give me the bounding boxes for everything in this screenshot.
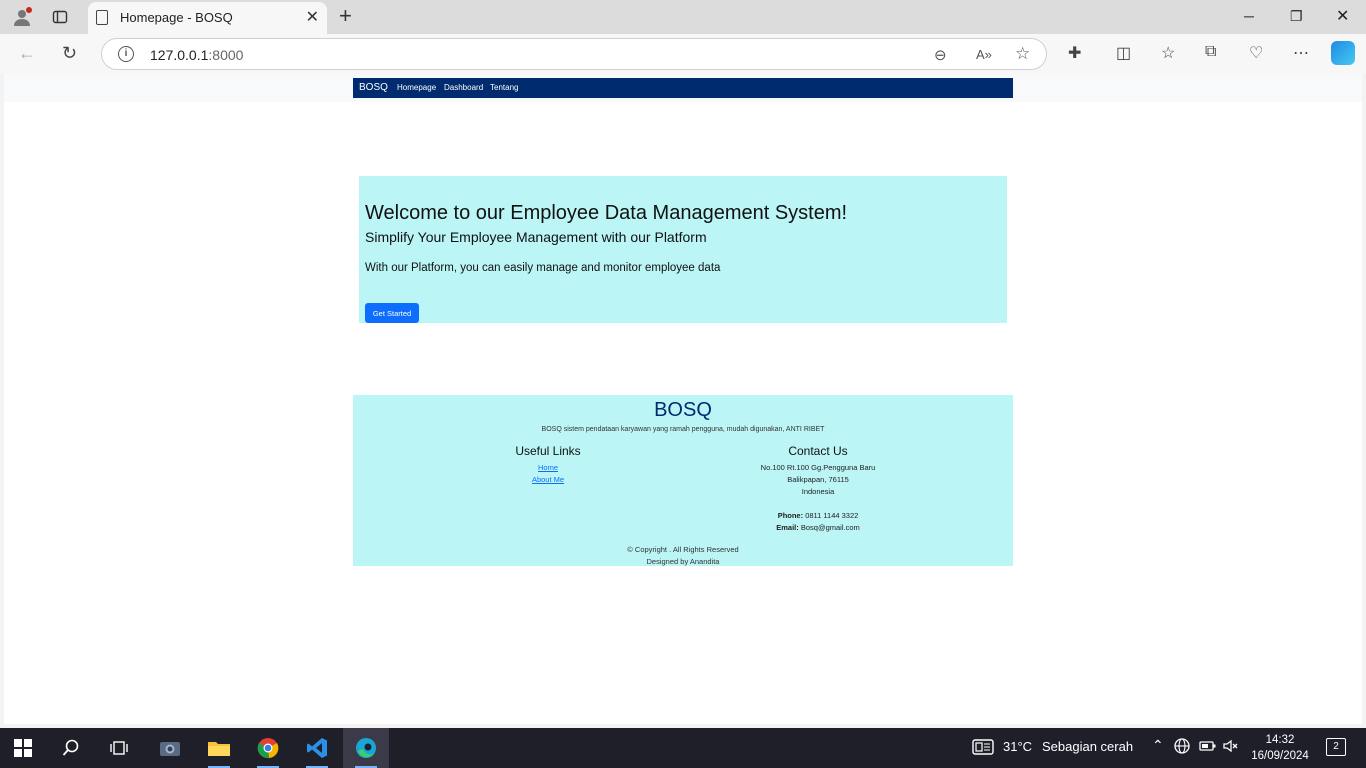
copyright-text: © Copyright . All Rights Reserved [627, 545, 739, 554]
site-info-icon[interactable]: i [118, 46, 134, 62]
favorite-star-icon[interactable]: ☆ [1015, 44, 1030, 64]
copilot-icon[interactable] [1331, 41, 1355, 65]
address-line-1: No.100 Rt.100 Gg.Pengguna Baru [760, 463, 876, 472]
task-view-icon[interactable] [96, 728, 142, 768]
clock-time: 14:32 [1265, 734, 1295, 746]
collections-icon[interactable]: ⧉ [1205, 43, 1216, 61]
email-line: Email: Bosq@gmail.com [776, 523, 860, 532]
address-line-2: Balikpapan, 76115 [787, 475, 849, 484]
more-menu-icon[interactable]: ⋯ [1293, 43, 1309, 63]
address-bar[interactable]: i 127.0.0.1:8000 ⊖ A» ☆ [101, 38, 1047, 70]
navbar-strip: BOSQ Homepage Dashboard Tentang [4, 74, 1362, 102]
footer-link-about[interactable]: About Me [438, 474, 658, 486]
useful-links-column: Useful Links Home About Me [438, 444, 658, 486]
footer-tagline: BOSQ sistem pendataan karyawan yang rama… [541, 426, 825, 433]
network-globe-icon[interactable] [1174, 738, 1190, 757]
zoom-out-icon[interactable]: ⊖ [934, 46, 947, 64]
refresh-button[interactable]: ↻ [62, 43, 77, 64]
weather-icon[interactable] [972, 738, 994, 759]
address-line-3: Indonesia [801, 487, 835, 496]
back-button[interactable]: ← [18, 43, 36, 64]
page-icon [96, 10, 108, 25]
page-viewport: BOSQ Homepage Dashboard Tentang Welcome … [4, 74, 1362, 724]
windows-start-icon[interactable] [0, 728, 46, 768]
hero-subtitle: Simplify Your Employee Management with o… [365, 229, 707, 245]
footer-link-home[interactable]: Home [438, 462, 658, 474]
contact-column: Contact Us No.100 Rt.100 Gg.Pengguna Bar… [708, 444, 928, 534]
read-aloud-icon[interactable]: A» [976, 47, 992, 62]
tab-homepage[interactable]: Homepage - BOSQ ✕ [88, 2, 327, 34]
tab-close-button[interactable]: ✕ [306, 7, 319, 27]
hero-description: With our Platform, you can easily manage… [365, 262, 721, 274]
volume-muted-icon[interactable] [1222, 738, 1240, 757]
nav-link-tentang[interactable]: Tentang [490, 83, 518, 92]
split-screen-icon[interactable]: ◫ [1116, 43, 1131, 63]
contact-title: Contact Us [788, 444, 848, 458]
windows-taskbar: 31°C Sebagian cerah ⌃ 14:32 16/09/2024 2 [0, 728, 1366, 768]
footer-brand: BOSQ [654, 399, 712, 421]
phone-line: Phone: 0811 1144 3322 [777, 511, 859, 520]
favorites-icon[interactable]: ☆ [1161, 43, 1175, 63]
tab-actions-icon[interactable] [49, 6, 71, 28]
hero-title: Welcome to our Employee Data Management … [365, 202, 848, 224]
close-window-button[interactable]: ✕ [1336, 6, 1349, 26]
system-clock[interactable]: 14:32 16/09/2024 [1249, 732, 1311, 764]
designed-by-text: Designed by Anandita [646, 557, 720, 566]
tab-title: Homepage - BOSQ [120, 10, 233, 25]
weather-description[interactable]: Sebagian cerah [1042, 739, 1133, 754]
battery-icon[interactable] [1199, 738, 1217, 757]
minimize-button[interactable]: ─ [1244, 8, 1254, 24]
search-icon[interactable] [48, 728, 94, 768]
profile-icon[interactable] [11, 6, 33, 28]
site-navbar: BOSQ Homepage Dashboard Tentang [353, 78, 1013, 98]
browser-tab-bar: Homepage - BOSQ ✕ + ─ ❐ ✕ [0, 0, 1366, 34]
nav-link-homepage[interactable]: Homepage [397, 83, 436, 92]
extensions-icon[interactable]: ✚ [1068, 43, 1081, 63]
file-explorer-icon[interactable] [196, 728, 242, 768]
chrome-app-icon[interactable] [245, 728, 291, 768]
weather-temperature[interactable]: 31°C [1003, 739, 1032, 754]
url-text: 127.0.0.1:8000 [150, 47, 244, 63]
new-tab-button[interactable]: + [339, 5, 352, 27]
site-footer: BOSQ BOSQ sistem pendataan karyawan yang… [353, 395, 1013, 566]
edge-app-icon[interactable] [343, 728, 389, 768]
chevron-up-icon[interactable]: ⌃ [1152, 737, 1164, 754]
hero-section: Welcome to our Employee Data Management … [359, 176, 1007, 323]
get-started-button[interactable]: Get Started [365, 303, 419, 323]
vscode-app-icon[interactable] [294, 728, 340, 768]
address-toolbar: ← ↻ i 127.0.0.1:8000 ⊖ A» ☆ ✚ ◫ ☆ ⧉ ♡ ⋯ [0, 34, 1366, 74]
nav-link-dashboard[interactable]: Dashboard [444, 83, 483, 92]
navbar-brand[interactable]: BOSQ [359, 82, 388, 93]
notification-center-icon[interactable]: 2 [1326, 738, 1346, 756]
browser-essentials-icon[interactable]: ♡ [1249, 43, 1263, 63]
camera-app-icon[interactable] [147, 728, 193, 768]
useful-links-title: Useful Links [515, 444, 581, 458]
restore-button[interactable]: ❐ [1290, 8, 1303, 25]
footer-copyright: © Copyright . All Rights Reserved Design… [353, 544, 1013, 568]
clock-date: 16/09/2024 [1251, 750, 1309, 762]
